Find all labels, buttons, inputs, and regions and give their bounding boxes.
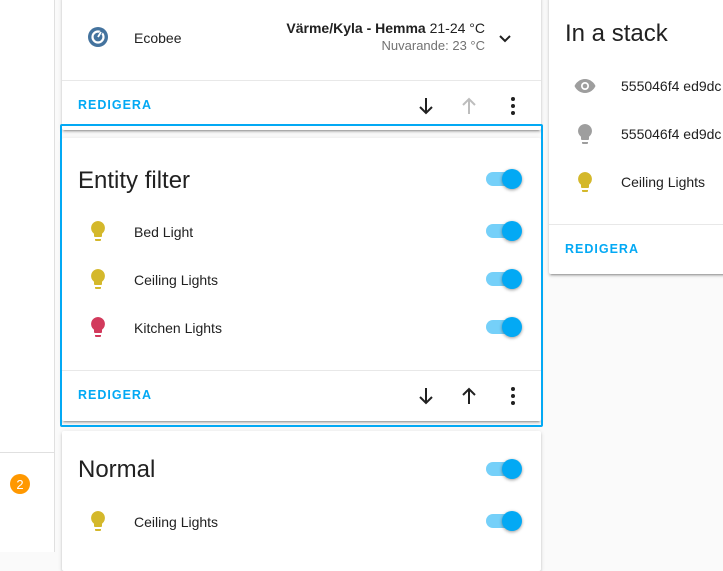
thermostat-icon	[88, 27, 108, 47]
entity-filter-card: Entity filter Bed Light Ceiling Lights K…	[62, 138, 541, 421]
bulb-icon	[578, 172, 592, 192]
divider	[0, 452, 54, 453]
entity-name: Ecobee	[134, 30, 182, 46]
card-actions: REDIGERA	[62, 80, 541, 131]
chevron-down-icon[interactable]	[493, 26, 517, 50]
card-title: Entity filter	[78, 167, 191, 194]
arrow-down-icon[interactable]	[414, 384, 438, 408]
bulb-icon	[91, 317, 105, 337]
entity-toggle[interactable]	[486, 315, 522, 339]
thermostat-card: Ecobee Värme/Kyla - Hemma 21-24 °C Nuvar…	[62, 0, 541, 130]
card-title: Normal	[78, 456, 156, 483]
bulb-icon	[91, 221, 105, 241]
thermostat-state: Värme/Kyla - Hemma 21-24 °C	[286, 20, 485, 36]
normal-card: Normal Ceiling Lights	[62, 431, 541, 571]
card-actions: REDIGERA	[549, 224, 723, 275]
card-actions: REDIGERA	[62, 370, 541, 421]
edit-button[interactable]: REDIGERA	[78, 388, 152, 402]
thermostat-range: 21-24 °C	[429, 20, 485, 36]
arrow-up-icon	[462, 97, 476, 114]
eye-icon	[574, 79, 596, 93]
arrow-up-icon[interactable]	[457, 384, 481, 408]
entity-name: Ceiling Lights	[621, 174, 706, 190]
thermostat-mode: Värme/Kyla - Hemma	[286, 20, 426, 36]
notification-badge[interactable]: 2	[10, 474, 30, 494]
more-vert-icon[interactable]	[501, 94, 525, 118]
bulb-icon	[91, 511, 105, 531]
bulb-icon	[91, 221, 105, 241]
entity-name: 555046f4 ed9dc	[621, 126, 722, 142]
card-toggle[interactable]	[486, 167, 522, 191]
card-title: In a stack	[565, 20, 668, 47]
entity-name: Ceiling Lights	[134, 514, 219, 530]
stack-card: In a stack 555046f4 ed9dc 555046f4 ed9dc…	[549, 0, 723, 274]
more-vert-icon[interactable]	[501, 384, 525, 408]
entity-name: 555046f4 ed9dc	[621, 78, 722, 94]
entity-name: Bed Light	[134, 224, 194, 240]
entity-name: Ceiling Lights	[134, 272, 219, 288]
left-panel: 2	[0, 0, 55, 552]
entity-toggle[interactable]	[486, 219, 522, 243]
entity-toggle[interactable]	[486, 267, 522, 291]
edit-button[interactable]: REDIGERA	[78, 98, 152, 112]
edit-button[interactable]: REDIGERA	[565, 242, 639, 256]
thermostat-current: Nuvarande: 23 °C	[381, 38, 485, 53]
bulb-icon	[91, 269, 105, 289]
arrow-down-icon[interactable]	[414, 94, 438, 118]
bulb-icon	[578, 124, 592, 144]
card-toggle[interactable]	[486, 457, 522, 481]
entity-toggle[interactable]	[486, 509, 522, 533]
entity-name: Kitchen Lights	[134, 320, 222, 336]
